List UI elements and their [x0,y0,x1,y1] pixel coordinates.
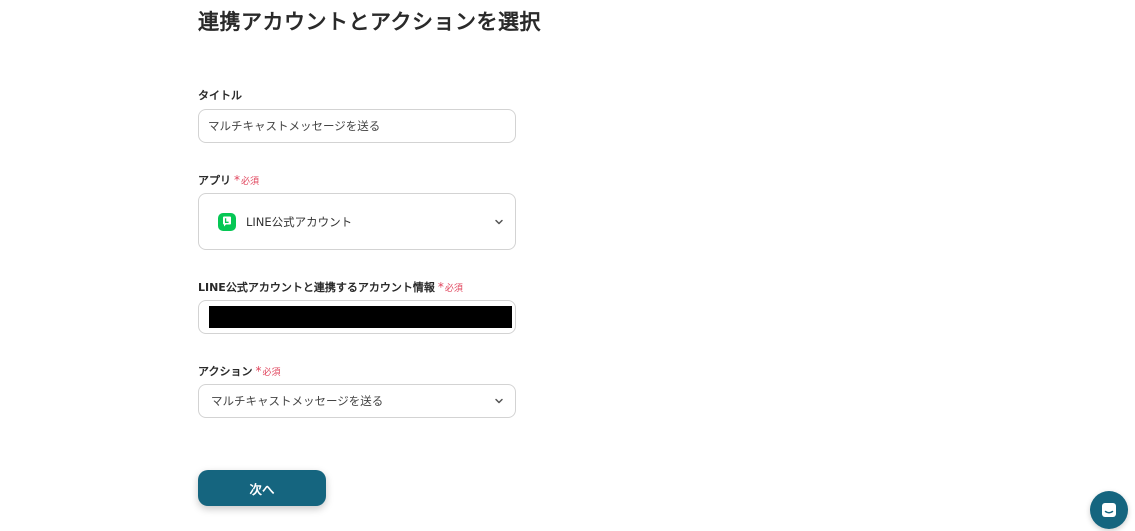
app-label-text: アプリ [198,174,231,187]
action-label-text: アクション [198,365,253,378]
action-select[interactable]: マルチキャストメッセージを送る [198,384,516,418]
line-app-icon-glyph [223,216,231,227]
title-label-text: タイトル [198,89,242,102]
redacted-account-info [209,306,512,328]
account-label-text: LINE公式アカウントと連携するアカウント情報 [198,281,435,294]
required-text: 必須 [262,367,281,378]
required-star: * [234,173,240,187]
required-star: * [255,364,262,378]
chevron-down-icon [495,219,503,224]
account-select[interactable] [198,300,516,334]
chat-icon [1102,503,1116,517]
next-button[interactable]: 次へ [198,470,326,506]
required-badge: * 必須 [255,365,280,378]
required-badge: * 必須 [438,281,463,294]
chat-launcher-button[interactable] [1090,491,1128,529]
chevron-down-icon [495,398,503,404]
required-badge: * 必須 [234,174,259,187]
required-text: 必須 [241,176,260,187]
app-select[interactable]: LINE公式アカウント [198,193,516,250]
app-select-value: LINE公式アカウント [246,214,353,229]
app-field-label: アプリ * 必須 [198,172,259,188]
title-field-label: タイトル [198,87,242,103]
page: 連携アカウントとアクションを選択 タイトル マルチキャストメッセージを送る アプ… [0,0,1135,531]
title-input-value: マルチキャストメッセージを送る [208,119,381,133]
page-title: 連携アカウントとアクションを選択 [198,10,541,34]
action-select-value: マルチキャストメッセージを送る [211,394,384,408]
required-text: 必須 [444,283,463,294]
account-field-label: LINE公式アカウントと連携するアカウント情報 * 必須 [198,279,463,295]
required-star: * [437,280,444,294]
line-app-icon [218,212,236,231]
action-field-label: アクション * 必須 [198,363,280,379]
title-input[interactable]: マルチキャストメッセージを送る [198,109,516,143]
